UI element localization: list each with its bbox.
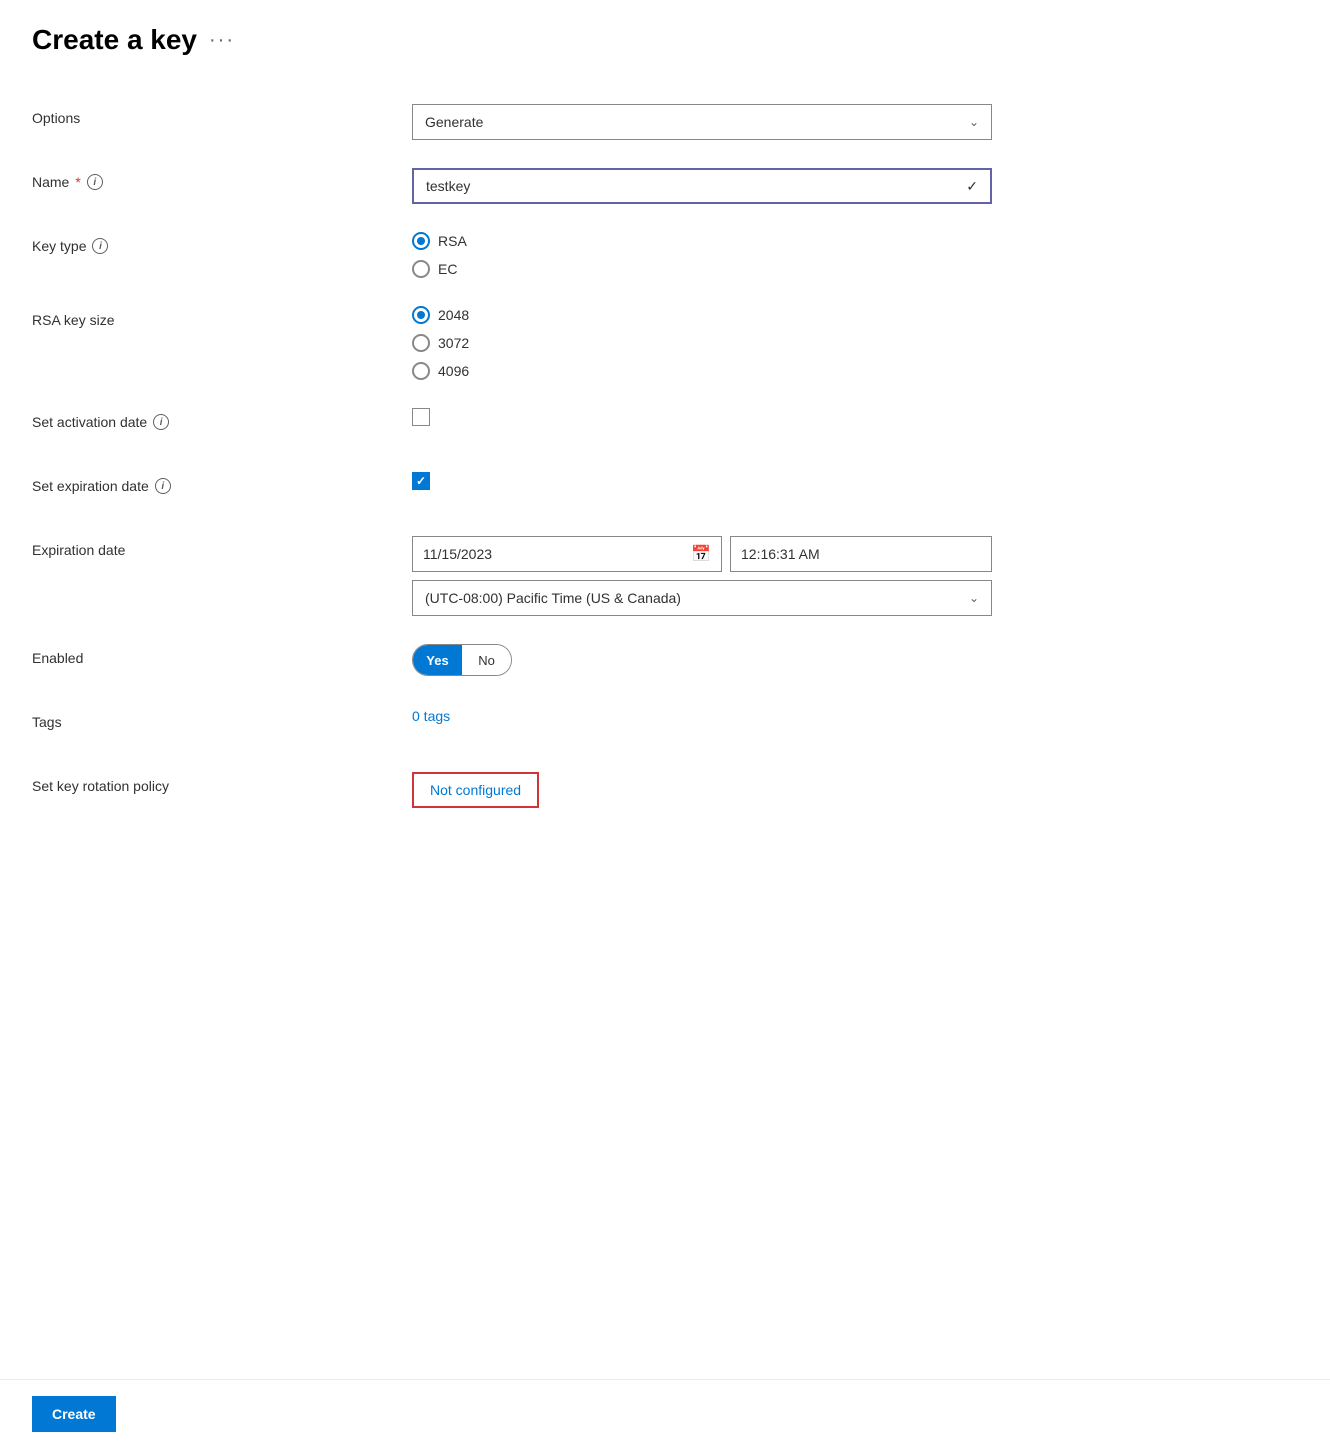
activation-date-control [412,408,1298,426]
time-input[interactable]: 12:16:31 AM [730,536,992,572]
rsa-size-3072-label: 3072 [438,335,469,351]
name-value: testkey [426,178,470,194]
timezone-value: (UTC-08:00) Pacific Time (US & Canada) [425,590,681,606]
activation-date-label: Set activation date i [32,408,412,430]
key-type-info-icon[interactable]: i [92,238,108,254]
date-input[interactable]: 11/15/2023 📅 [412,536,722,572]
key-type-ec-radio[interactable] [412,260,430,278]
key-type-label: Key type i [32,232,412,254]
tags-label: Tags [32,708,412,730]
rotation-policy-label: Set key rotation policy [32,772,412,794]
date-time-row: 11/15/2023 📅 12:16:31 AM [412,536,1298,572]
name-check-icon: ✓ [966,178,978,195]
enabled-toggle[interactable]: Yes No [412,644,1298,676]
radio-dot [417,311,425,319]
enabled-label: Enabled [32,644,412,666]
activation-date-info-icon[interactable]: i [153,414,169,430]
rotation-policy-link[interactable]: Not configured [430,782,521,798]
rsa-key-size-control: 2048 3072 4096 [412,306,1298,380]
options-label: Options [32,104,412,126]
rotation-policy-control: Not configured [412,772,1298,808]
options-dropdown[interactable]: Generate ⌄ [412,104,992,140]
rotation-policy-container: Not configured [412,772,539,808]
timezone-chevron-icon: ⌄ [969,591,979,605]
expiration-date-toggle-row: Set expiration date i ✓ [32,472,1298,508]
name-control: testkey ✓ [412,168,1298,204]
timezone-dropdown[interactable]: (UTC-08:00) Pacific Time (US & Canada) ⌄ [412,580,992,616]
footer: Create [0,1379,1330,1448]
time-value: 12:16:31 AM [741,546,820,562]
required-indicator: * [75,174,80,190]
enabled-control: Yes No [412,644,1298,676]
activation-date-checkbox-container [412,408,1298,426]
key-type-rsa-label: RSA [438,233,467,249]
page-container: Create a key ··· Options Generate ⌄ Name… [0,0,1330,1448]
rsa-key-size-radio-group: 2048 3072 4096 [412,306,1298,380]
options-row: Options Generate ⌄ [32,104,1298,140]
rsa-size-4096-option[interactable]: 4096 [412,362,1298,380]
rsa-key-size-label: RSA key size [32,306,412,328]
toggle-no-option[interactable]: No [462,645,511,675]
name-row: Name * i testkey ✓ [32,168,1298,204]
more-options-icon[interactable]: ··· [209,29,235,52]
rsa-size-2048-option[interactable]: 2048 [412,306,1298,324]
rsa-key-size-row: RSA key size 2048 3072 [32,306,1298,380]
expiration-date-info-icon[interactable]: i [155,478,171,494]
form-container: Options Generate ⌄ Name * i testkey ✓ [0,72,1330,1379]
name-label: Name * i [32,168,412,190]
name-info-icon[interactable]: i [87,174,103,190]
key-type-control: RSA EC [412,232,1298,278]
expiration-date-inputs: 11/15/2023 📅 12:16:31 AM (UTC-08:00) Pac… [412,536,1298,616]
rsa-size-3072-option[interactable]: 3072 [412,334,1298,352]
options-control: Generate ⌄ [412,104,1298,140]
expiration-date-label: Expiration date [32,536,412,558]
expiration-date-toggle-label: Set expiration date i [32,472,412,494]
radio-dot [417,237,425,245]
key-type-ec-option[interactable]: EC [412,260,1298,278]
rsa-size-4096-label: 4096 [438,363,469,379]
toggle-yes-option[interactable]: Yes [413,645,462,675]
toggle-switch[interactable]: Yes No [412,644,512,676]
enabled-row: Enabled Yes No [32,644,1298,680]
activation-date-checkbox[interactable] [412,408,430,426]
activation-date-row: Set activation date i [32,408,1298,444]
key-type-rsa-radio[interactable] [412,232,430,250]
key-type-radio-group: RSA EC [412,232,1298,278]
rsa-size-4096-radio[interactable] [412,362,430,380]
create-button[interactable]: Create [32,1396,116,1432]
tags-link[interactable]: 0 tags [412,708,450,724]
expiration-date-checkbox-container: ✓ [412,472,1298,490]
rsa-size-3072-radio[interactable] [412,334,430,352]
chevron-down-icon: ⌄ [969,115,979,129]
key-type-rsa-option[interactable]: RSA [412,232,1298,250]
name-input[interactable]: testkey ✓ [412,168,992,204]
expiration-date-row: Expiration date 11/15/2023 📅 12:16:31 AM [32,536,1298,616]
date-value: 11/15/2023 [423,546,492,562]
tags-control: 0 tags [412,708,1298,724]
options-value: Generate [425,114,483,130]
rsa-size-2048-label: 2048 [438,307,469,323]
key-type-row: Key type i RSA EC [32,232,1298,278]
expiration-date-checkbox[interactable]: ✓ [412,472,430,490]
rotation-policy-row: Set key rotation policy Not configured [32,772,1298,808]
page-title: Create a key [32,24,197,56]
header: Create a key ··· [0,0,1330,72]
key-type-ec-label: EC [438,261,457,277]
calendar-icon: 📅 [691,544,711,564]
expiration-date-control: 11/15/2023 📅 12:16:31 AM (UTC-08:00) Pac… [412,536,1298,616]
checkbox-check-icon: ✓ [416,474,426,488]
tags-row: Tags 0 tags [32,708,1298,744]
expiration-date-toggle-control: ✓ [412,472,1298,490]
rsa-size-2048-radio[interactable] [412,306,430,324]
rotation-policy-box[interactable]: Not configured [412,772,539,808]
